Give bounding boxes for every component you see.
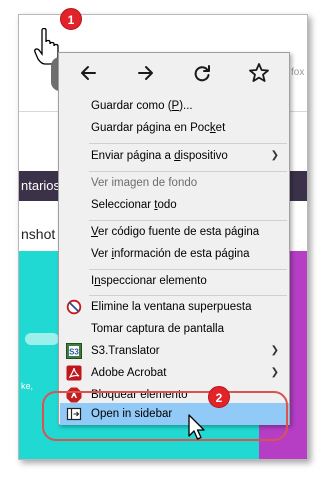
submenu-arrow-icon: ❯ (270, 367, 279, 378)
menu-item-take-screenshot[interactable]: Tomar captura de pantalla (60, 318, 289, 340)
annotation-highlight-box (42, 391, 288, 441)
bookmark-star-icon[interactable] (245, 59, 273, 87)
acrobat-icon (66, 365, 82, 381)
menu-separator (89, 143, 287, 144)
menu-item-save-as[interactable]: Guardar como (P)... (60, 95, 289, 117)
menu-item-select-all[interactable]: Seleccionar todo (60, 194, 289, 216)
page-heading-text: nshot (21, 226, 56, 242)
menu-item-save-to-pocket[interactable]: Guardar página en Pocket (60, 117, 289, 139)
arrow-cursor-icon (187, 414, 207, 447)
menu-navigation-row (59, 53, 289, 93)
reload-icon[interactable] (188, 59, 216, 87)
menu-item-view-source[interactable]: Ver código fuente de esta página (60, 221, 289, 243)
step-badge-1: 1 (60, 8, 82, 30)
menu-item-s3-translator[interactable]: S3 S3.Translator ❯ (60, 340, 289, 362)
toolbar-tail-text: fox (291, 67, 305, 78)
no-entry-icon (66, 299, 82, 315)
svg-text:S3: S3 (69, 348, 79, 357)
menu-item-send-to-device[interactable]: Enviar página a dispositivo ❯ (60, 145, 289, 167)
cloud-shape (25, 333, 59, 345)
menu-item-remove-overlay[interactable]: Elimine la ventana superpuesta (60, 296, 289, 318)
forward-arrow-icon[interactable] (131, 59, 159, 87)
menu-item-adobe-acrobat[interactable]: Adobe Acrobat ❯ (60, 362, 289, 384)
context-menu: Guardar como (P)... Guardar página en Po… (58, 52, 290, 425)
page-cyan-text: ke, (21, 381, 34, 391)
s3-translator-icon: S3 (66, 343, 82, 359)
menu-item-inspect-element[interactable]: Inspeccionar elemento (60, 270, 289, 292)
menu-item-view-background-image: Ver imagen de fondo (91, 177, 198, 189)
back-arrow-icon[interactable] (75, 59, 103, 87)
submenu-arrow-icon: ❯ (270, 150, 279, 161)
submenu-arrow-icon: ❯ (270, 345, 279, 356)
step-badge-2: 2 (208, 386, 230, 408)
menu-item-page-info[interactable]: Ver información de esta página (60, 243, 289, 265)
page-banner-text: ntarios (21, 178, 61, 193)
